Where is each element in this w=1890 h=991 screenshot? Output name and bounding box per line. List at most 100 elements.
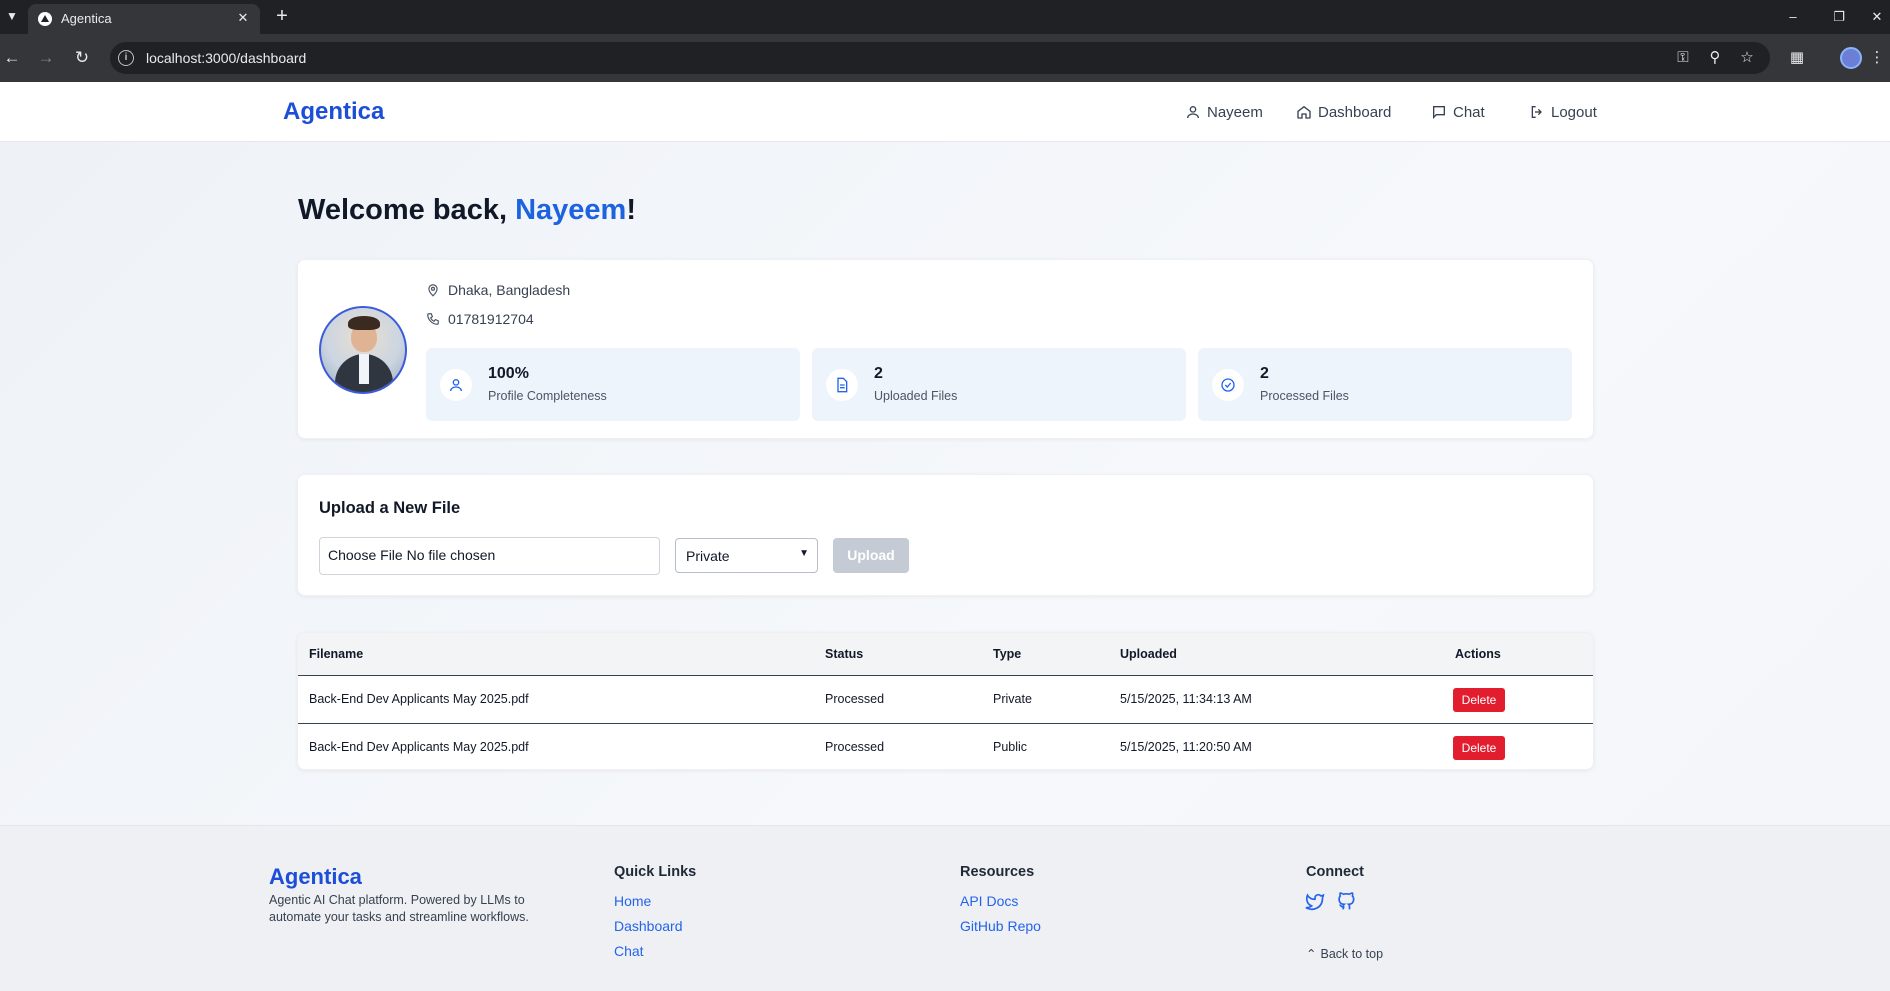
browser-menu-icon[interactable]: ⋮ [1866,47,1888,69]
stat-profile-completeness: 100% Profile Completeness [426,348,800,421]
github-icon[interactable] [1337,891,1357,911]
stat-processed-files: 2 Processed Files [1198,348,1572,421]
favicon-icon [38,12,52,26]
welcome-prefix: Welcome back, [298,194,516,226]
reload-icon[interactable]: ↻ [70,46,94,70]
logout-icon [1531,106,1542,118]
stat-label: Profile Completeness [488,389,607,403]
nav-chat[interactable]: Chat [1431,102,1485,122]
avatar-shirt [359,354,369,384]
visibility-selected-value: Private [686,548,730,564]
profile-card: Dhaka, Bangladesh 01781912704 100% Profi… [297,259,1594,439]
back-to-top-link[interactable]: ⌃ Back to top [1306,946,1384,962]
brand-logo[interactable]: Agentica [283,98,384,126]
user-icon [450,379,462,392]
avatar [319,306,407,394]
welcome-suffix: ! [626,194,636,226]
twitter-icon[interactable] [1305,891,1325,911]
user-icon [1187,106,1199,119]
browser-profile-avatar[interactable] [1840,47,1862,69]
forward-icon[interactable]: → [34,46,58,70]
nav-logout[interactable]: Logout [1529,102,1597,122]
column-actions: Actions [1455,647,1501,661]
footer-link-github-repo[interactable]: GitHub Repo [960,918,1041,934]
tab-title: Agentica [61,11,112,26]
restore-icon[interactable]: ❐ [1824,6,1854,28]
cell-type: Public [993,740,1028,754]
welcome-name: Nayeem [515,194,627,226]
footer-link-dashboard[interactable]: Dashboard [614,918,683,934]
stat-value: 2 [1260,365,1269,382]
footer-link-chat[interactable]: Chat [614,943,644,959]
tab-search-icon[interactable]: ▼ [2,6,22,26]
new-tab-button[interactable]: + [270,5,294,29]
browser-tab-bar: ▼ Agentica ✕ + – ❐ ✕ [0,0,1890,34]
nav-logout-label: Logout [1551,103,1597,121]
browser-tab[interactable]: Agentica ✕ [28,4,260,34]
minimize-icon[interactable]: – [1778,6,1808,28]
cell-uploaded: 5/15/2025, 11:20:50 AM [1120,740,1252,754]
stat-icon-wrap [1212,369,1244,401]
chevron-down-icon: ▼ [799,548,809,559]
stat-icon-wrap [826,369,858,401]
tab-close-icon[interactable]: ✕ [234,9,252,27]
site-info-icon[interactable]: i [118,50,134,66]
home-icon [1297,105,1311,119]
column-type: Type [993,647,1022,661]
back-icon[interactable]: ← [0,46,24,70]
location-text: Dhaka, Bangladesh [448,282,571,298]
stat-label: Uploaded Files [874,389,958,403]
delete-button[interactable]: Delete [1453,688,1505,712]
files-table: Filename Status Type Uploaded Actions Ba… [297,632,1594,770]
map-pin-icon [428,284,438,297]
footer-link-home[interactable]: Home [614,893,651,909]
column-filename: Filename [309,647,364,661]
upload-title: Upload a New File [319,499,461,517]
stat-value: 100% [488,365,529,382]
chat-icon [1433,106,1445,119]
table-header: Filename Status Type Uploaded Actions [298,633,1593,676]
stat-value: 2 [874,365,883,382]
connect-heading: Connect [1306,864,1364,880]
site-footer: Agentica Agentic AI Chat platform. Power… [0,825,1890,991]
column-status: Status [825,647,864,661]
nav-dashboard[interactable]: Dashboard [1296,102,1391,122]
dashboard-main: Welcome back, Nayeem! Dhaka, Bangladesh … [0,142,1890,825]
omnibox[interactable]: i localhost:3000/dashboard [110,42,1770,74]
footer-link-api-docs[interactable]: API Docs [960,893,1018,909]
phone-text: 01781912704 [448,311,534,327]
nav-dashboard-label: Dashboard [1318,103,1392,121]
cell-filename: Back-End Dev Applicants May 2025.pdf [309,692,529,706]
extensions-icon[interactable]: ▦ [1786,47,1808,69]
bookmark-star-icon[interactable]: ☆ [1736,47,1758,69]
zoom-icon[interactable]: ⚲ [1704,47,1726,69]
address-bar-row: ← → ↻ i localhost:3000/dashboard ⚿ ⚲ ☆ ▦… [0,34,1890,82]
visibility-select[interactable]: Private ▼ [675,538,818,573]
cell-uploaded: 5/15/2025, 11:34:13 AM [1120,692,1252,706]
upload-button[interactable]: Upload [833,538,909,573]
cell-status: Processed [825,692,885,706]
table-row: Back-End Dev Applicants May 2025.pdf Pro… [298,724,1593,769]
column-uploaded: Uploaded [1120,647,1177,661]
phone-row: 01781912704 [426,311,534,327]
check-circle-icon [1221,378,1235,392]
upload-card: Upload a New File Choose File No file ch… [297,474,1594,596]
url-text: localhost:3000/dashboard [146,50,307,66]
nav-profile-label: Nayeem [1207,103,1263,121]
back-to-top-label: Back to top [1320,946,1384,961]
footer-brand[interactable]: Agentica [269,864,362,890]
delete-button[interactable]: Delete [1453,736,1505,760]
stat-icon-wrap [440,369,472,401]
chevron-up-icon: ⌃ [1306,947,1317,961]
phone-icon [427,313,439,325]
password-key-icon[interactable]: ⚿ [1672,47,1694,69]
file-icon [837,377,848,393]
cell-filename: Back-End Dev Applicants May 2025.pdf [309,740,529,754]
table-row: Back-End Dev Applicants May 2025.pdf Pro… [298,676,1593,724]
quick-links-heading: Quick Links [614,864,697,880]
close-window-icon[interactable]: ✕ [1862,6,1890,28]
avatar-hair [348,316,380,330]
file-chooser-input[interactable]: Choose File No file chosen [319,537,660,575]
nav-profile[interactable]: Nayeem [1185,102,1263,122]
app-header: Agentica Nayeem Dashboard Chat Logout [0,82,1890,142]
